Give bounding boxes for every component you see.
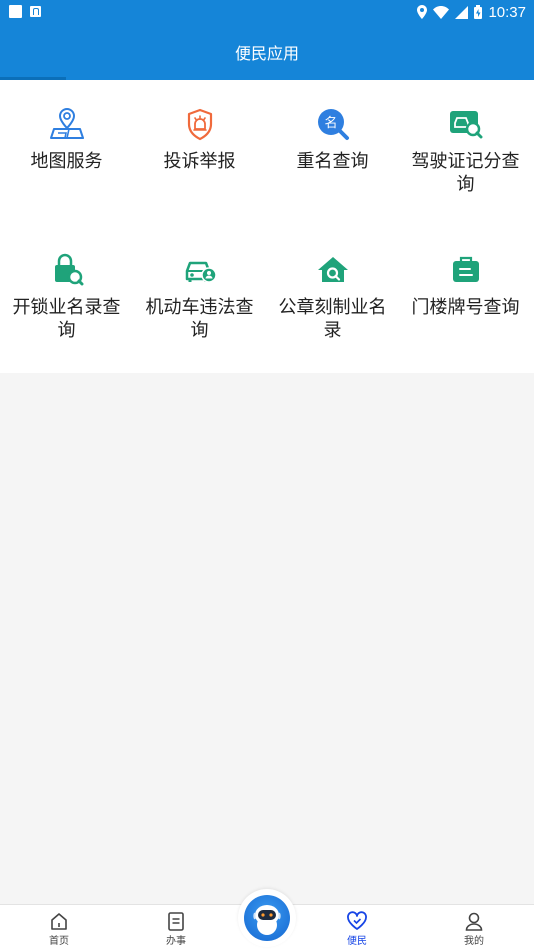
app-bar: 便民应用: [0, 24, 534, 80]
notification-icons: [9, 5, 41, 18]
tab-label: 我的: [464, 936, 484, 947]
service-license-points[interactable]: 驾驶证记分查询: [399, 107, 532, 196]
license-search-icon: [449, 111, 482, 139]
clock: 10:37: [488, 3, 526, 21]
page-title: 便民应用: [234, 44, 299, 63]
map-pin-icon: [49, 107, 84, 139]
location-icon: [417, 5, 428, 19]
service-map[interactable]: 地图服务: [0, 107, 133, 173]
service-label: 门楼牌号查询: [411, 297, 520, 318]
service-seal-engraving[interactable]: 公章刻制业名录: [266, 253, 399, 342]
tab-convenience[interactable]: 便民: [327, 911, 387, 947]
lock-search-icon: [54, 253, 83, 286]
home-icon: [51, 913, 67, 930]
tab-label: 办事: [166, 936, 186, 947]
wifi-icon: [433, 5, 450, 19]
name-search-icon: 名: [317, 109, 349, 140]
tab-label: 便民: [347, 936, 367, 947]
doorplate-icon: [452, 256, 479, 282]
service-vehicle-violation[interactable]: 机动车违法查询: [133, 253, 266, 342]
tab-home[interactable]: 首页: [29, 911, 89, 947]
service-label: 驾驶证记分查询: [411, 151, 520, 195]
seal-house-search-icon: [317, 257, 348, 282]
service-name-search[interactable]: 名 重名查询: [266, 107, 399, 173]
svg-text:名: 名: [324, 115, 337, 131]
car-violation-icon: [185, 261, 217, 283]
notification-square-icon: [9, 5, 22, 18]
services-grid: 地图服务 投诉举报 名 重名查询 驾驶证记分查询 开锁业名录查询 机动车违法查询…: [0, 80, 534, 373]
document-icon: [168, 912, 184, 931]
service-complaint[interactable]: 投诉举报: [133, 107, 266, 173]
robot-assistant-icon: [244, 895, 290, 941]
siren-shield-icon: [187, 108, 212, 141]
service-label: 公章刻制业名录: [278, 297, 387, 341]
battery-icon: [474, 5, 483, 19]
service-label: 地图服务: [30, 151, 103, 172]
service-locksmith[interactable]: 开锁业名录查询: [0, 253, 133, 342]
tab-affairs[interactable]: 办事: [146, 911, 206, 947]
tab-mine[interactable]: 我的: [444, 911, 504, 947]
service-label: 开锁业名录查询: [12, 297, 121, 341]
assistant-button[interactable]: [238, 889, 296, 947]
status-bar: 10:37: [0, 0, 534, 24]
heart-icon: [347, 911, 367, 930]
service-label: 机动车违法查询: [145, 297, 254, 341]
signal-icon: [455, 5, 469, 19]
service-label: 重名查询: [296, 151, 369, 172]
user-icon: [465, 912, 483, 931]
notification-app-icon: [30, 6, 41, 17]
tab-label: 首页: [49, 936, 69, 947]
service-label: 投诉举报: [163, 151, 236, 172]
service-doorplate[interactable]: 门楼牌号查询: [399, 253, 532, 319]
